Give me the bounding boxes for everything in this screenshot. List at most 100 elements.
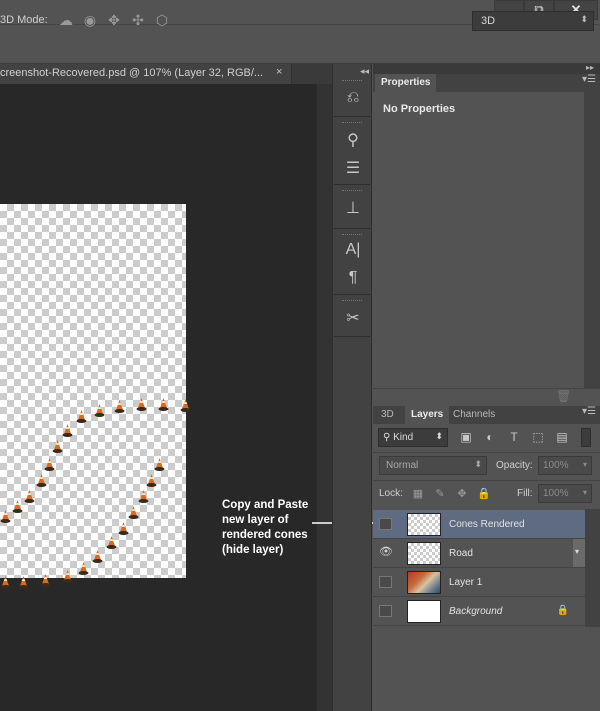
layer-row[interactable]: Background 🔒 <box>373 597 585 626</box>
cone-icon <box>154 458 165 471</box>
shape-filter-icon[interactable]: ⬚ <box>530 429 546 445</box>
cone-icon <box>118 522 129 535</box>
layer-thumbnail <box>407 542 441 565</box>
dock-grip[interactable] <box>342 80 362 83</box>
layer-row[interactable]: 👁 Road <box>373 539 585 568</box>
canvas-scrollbar[interactable] <box>316 84 332 711</box>
tab-channels[interactable]: Channels <box>447 406 501 424</box>
dock-divider <box>334 336 370 337</box>
chevron-down-icon: ▾ <box>582 460 587 469</box>
type-filter-icon[interactable]: T <box>506 429 522 445</box>
dock-grip[interactable] <box>342 122 362 125</box>
collapse-icon[interactable]: ▸▸ <box>586 63 594 72</box>
properties-scrollbar[interactable] <box>584 92 600 388</box>
visibility-toggle[interactable] <box>379 605 392 617</box>
panel-menu-icon[interactable]: ▾☰ <box>582 406 596 417</box>
lock-all-icon[interactable]: 🔒 <box>477 486 491 500</box>
tab-3d[interactable]: 3D <box>375 406 400 424</box>
cone-icon <box>0 510 11 523</box>
eye-icon[interactable]: 👁 <box>379 545 393 558</box>
roll-icon[interactable]: ◉ <box>80 11 100 29</box>
layers-tab-row: 3D Layers Channels ▾☰ <box>373 406 600 424</box>
cone-icon <box>24 490 35 503</box>
layer-name: Layer 1 <box>449 577 483 588</box>
dock-divider <box>334 116 370 117</box>
tab-layers[interactable]: Layers <box>405 406 450 424</box>
search-icon: ⚲ <box>383 432 394 443</box>
properties-tab-row: Properties ▾☰ <box>373 74 600 92</box>
adjustment-filter-icon[interactable]: ◐ <box>482 429 498 445</box>
layer-row[interactable]: Layer 1 <box>373 568 585 597</box>
fill-field[interactable]: 100% ▾ <box>538 484 592 503</box>
cone-icon <box>12 500 23 513</box>
image-filter-icon[interactable]: ▣ <box>458 429 474 445</box>
cone-icon <box>0 576 11 589</box>
dock-divider <box>334 228 370 229</box>
layer-row[interactable]: Cones Rendered <box>373 510 585 539</box>
document-tab[interactable]: creenshot-Recovered.psd @ 107% (Layer 32… <box>0 64 292 84</box>
visibility-toggle[interactable] <box>379 576 392 588</box>
lock-icon: 🔒 <box>556 605 569 616</box>
layer-name: Road <box>449 548 473 559</box>
filter-toggle[interactable] <box>581 428 591 447</box>
cone-icon <box>138 490 149 503</box>
chevron-updown-icon: ⬍ <box>580 14 588 24</box>
layer-thumbnail <box>407 571 441 594</box>
history-icon[interactable]: ⎌ <box>340 86 366 110</box>
panel-top-bar: ▸▸ <box>373 63 600 74</box>
layer-name: Cones Rendered <box>449 519 525 530</box>
layers-scrollbar[interactable] <box>585 509 600 627</box>
opacity-field[interactable]: 100% ▾ <box>538 456 592 475</box>
paragraph-icon[interactable]: ¶ <box>340 266 366 290</box>
adjustments-icon[interactable]: ☰ <box>340 156 366 180</box>
clone-source-icon[interactable]: ⊥ <box>340 196 366 220</box>
document-tab-close-icon[interactable]: × <box>276 66 288 80</box>
cone-icon <box>18 576 29 589</box>
dock-grip[interactable] <box>342 190 362 193</box>
lock-position-icon[interactable]: ✥ <box>455 486 469 500</box>
slide-icon[interactable]: ✣ <box>128 11 148 29</box>
document-tab-title: creenshot-Recovered.psd @ 107% (Layer 32… <box>0 67 264 79</box>
dock-grip[interactable] <box>342 300 362 303</box>
cone-icon <box>52 440 63 453</box>
workspace-select[interactable]: 3D ⬍ <box>472 11 594 31</box>
chevron-down-icon: ▾ <box>575 547 580 556</box>
visibility-toggle[interactable] <box>379 518 392 530</box>
character-icon[interactable]: A| <box>340 238 366 262</box>
document-canvas[interactable] <box>0 204 186 578</box>
filter-kind-select[interactable]: ⚲ Kind ⬍ <box>378 428 448 447</box>
cone-icon <box>62 424 73 437</box>
blend-mode-select[interactable]: Normal ⬍ <box>379 456 487 475</box>
lock-pixels-icon[interactable]: ✎ <box>433 486 447 500</box>
cone-icon <box>136 398 147 411</box>
fill-label: Fill: <box>517 488 533 499</box>
layer-thumbnail <box>407 513 441 536</box>
cone-icon <box>78 562 89 575</box>
cone-icon <box>62 570 73 583</box>
cone-icon <box>94 404 105 417</box>
cone-icon <box>114 400 125 413</box>
scale-icon[interactable]: ⬡ <box>152 11 172 29</box>
orbit-icon[interactable]: ☁ <box>56 11 76 29</box>
chevron-updown-icon: ⬍ <box>435 431 443 441</box>
tool-presets-icon[interactable]: ✂ <box>340 306 366 330</box>
dock-grip[interactable] <box>342 234 362 237</box>
chevron-down-icon: ▾ <box>582 488 587 497</box>
layers-scroll-thumb[interactable]: ▾ <box>573 539 585 567</box>
collapse-arrows-icon[interactable]: ◂◂ <box>360 66 369 77</box>
tab-properties[interactable]: Properties <box>375 74 437 92</box>
trash-icon[interactable]: 🗑 <box>556 389 571 403</box>
layer-name: Background <box>449 606 503 617</box>
properties-body <box>373 92 600 388</box>
lock-transparent-icon[interactable]: ▦ <box>411 486 425 500</box>
brush-presets-icon[interactable]: ⚲ <box>340 128 366 152</box>
dock-divider <box>334 294 370 295</box>
lock-label: Lock: <box>379 488 403 499</box>
cone-icon <box>158 398 169 411</box>
cone-icon <box>40 574 51 587</box>
smart-object-filter-icon[interactable]: ▤ <box>554 429 570 445</box>
panel-menu-icon[interactable]: ▾☰ <box>582 74 596 85</box>
cone-icon <box>106 536 117 549</box>
annotation-note: Copy and Paste new layer of rendered con… <box>222 499 309 556</box>
pan-icon[interactable]: ✥ <box>104 11 124 29</box>
